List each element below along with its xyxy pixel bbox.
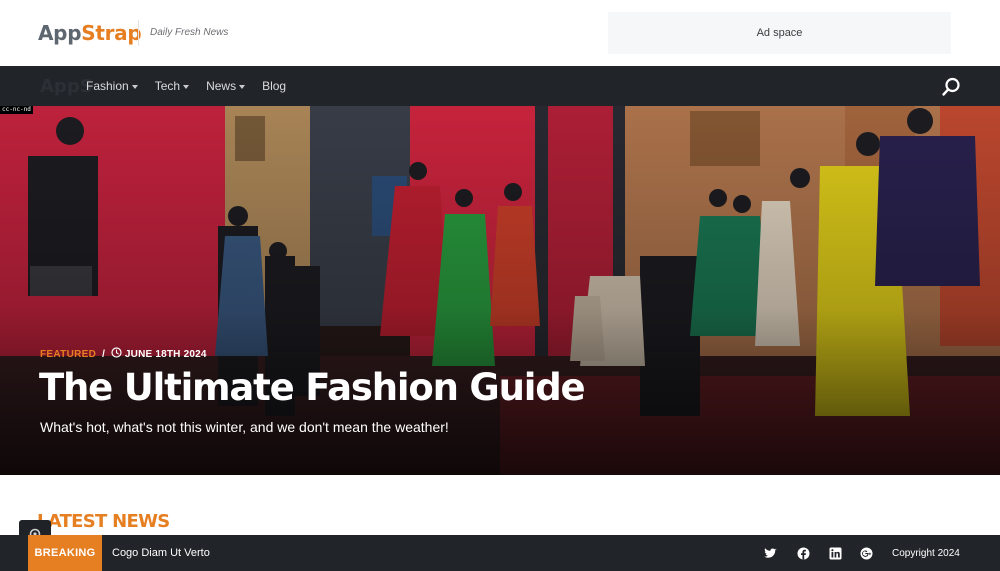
hero-meta: FEATURED / JUNE 18TH 2024 xyxy=(40,347,207,363)
publish-date: JUNE 18TH 2024 xyxy=(124,349,207,360)
nav-item-label: Fashion xyxy=(86,79,129,93)
linkedin-icon[interactable] xyxy=(829,547,842,560)
twitter-icon[interactable] xyxy=(764,547,777,560)
ad-space-label: Ad space xyxy=(756,27,803,39)
nav-item-label: News xyxy=(206,79,237,93)
clock-icon xyxy=(111,347,122,363)
nav-item-label: Tech xyxy=(154,79,181,93)
facebook-icon[interactable] xyxy=(797,547,810,560)
logo-strap-text: Strap xyxy=(81,21,142,45)
caret-down-icon xyxy=(239,84,246,89)
logo-divider xyxy=(138,20,139,46)
nav-item-label: Blog xyxy=(262,79,287,93)
search-icon[interactable] xyxy=(940,76,962,98)
logo-app-text: App xyxy=(38,21,82,45)
meta-separator: / xyxy=(102,349,105,360)
google-plus-icon[interactable] xyxy=(860,547,873,560)
nav-item-fashion[interactable]: Fashion xyxy=(86,79,138,93)
ad-space-banner[interactable]: Ad space xyxy=(608,12,951,54)
latest-news-heading: LATEST NEWS xyxy=(37,511,170,532)
caret-down-icon xyxy=(183,84,190,89)
nav-item-blog[interactable]: Blog xyxy=(262,79,286,93)
main-navbar: AppS Fashion Tech News Blog xyxy=(0,66,1000,106)
caret-down-icon xyxy=(131,84,138,89)
top-header: AppStrap Daily Fresh News Ad space xyxy=(0,0,1000,66)
category-link[interactable]: FEATURED xyxy=(40,348,96,362)
breaking-headline[interactable]: Cogo Diam Ut Verto xyxy=(112,547,210,560)
hero-title[interactable]: The Ultimate Fashion Guide xyxy=(39,366,586,410)
nav-item-tech[interactable]: Tech xyxy=(154,79,190,93)
nav-menu: Fashion Tech News Blog xyxy=(86,66,303,106)
hero-subtitle: What's hot, what's not this winter, and … xyxy=(40,419,449,435)
nav-item-news[interactable]: News xyxy=(206,79,246,93)
navbar-ghost-logo: AppS xyxy=(40,76,93,97)
site-logo[interactable]: AppStrap xyxy=(38,20,142,46)
breaking-label: BREAKING xyxy=(28,535,102,571)
copyright-text: Copyright 2024 xyxy=(892,548,960,559)
image-license-label: cc-nc-nd xyxy=(0,106,33,114)
site-tagline: Daily Fresh News xyxy=(150,27,229,38)
